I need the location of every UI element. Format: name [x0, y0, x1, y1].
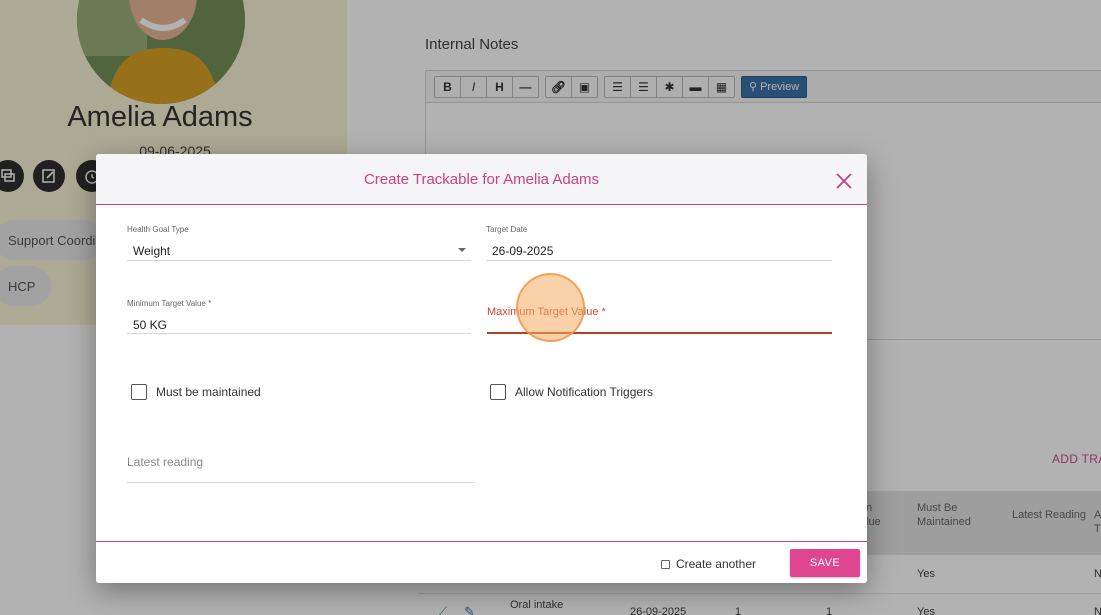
must-be-maintained-checkbox[interactable]: Must be maintained: [131, 384, 261, 400]
close-icon: [836, 173, 852, 189]
field-underline: [127, 260, 471, 261]
field-value: 50 KG: [133, 318, 168, 332]
checkbox-label: Allow Notification Triggers: [515, 385, 654, 399]
create-another-checkbox[interactable]: Create another: [660, 557, 756, 571]
checkbox-label: Create another: [675, 557, 756, 571]
target-date-field[interactable]: Target Date 26-09-2025: [486, 225, 832, 261]
caret-down-icon: [458, 248, 466, 252]
field-underline: [487, 332, 832, 334]
field-label: Target Date: [486, 225, 528, 234]
field-label: Minimum Target Value *: [127, 299, 212, 308]
close-button[interactable]: [835, 172, 853, 190]
checkbox-box[interactable]: [490, 384, 506, 400]
checkbox-box[interactable]: [131, 384, 147, 400]
checkbox-box[interactable]: [660, 559, 670, 569]
notification-triggers-checkbox[interactable]: Allow Notification Triggers: [490, 384, 653, 400]
latest-reading-input[interactable]: Latest reading: [127, 455, 475, 483]
create-trackable-modal: Create Trackable for Amelia Adams Health…: [96, 154, 867, 583]
max-target-input[interactable]: Maximum Target Value *: [487, 306, 832, 334]
field-underline: [127, 333, 471, 334]
modal-header: Create Trackable for Amelia Adams: [96, 154, 867, 205]
field-label: Maximum Target Value *: [487, 306, 606, 318]
field-placeholder: Latest reading: [127, 455, 204, 469]
field-label: Health Goal Type: [127, 225, 189, 234]
modal-title: Create Trackable for Amelia Adams: [363, 170, 600, 188]
health-goal-type-select[interactable]: Health Goal Type Weight: [127, 225, 471, 261]
field-value: 26-09-2025: [492, 244, 554, 258]
modal-footer: Create another SAVE: [96, 541, 867, 583]
checkbox-label: Must be maintained: [156, 385, 261, 399]
field-underline: [127, 482, 475, 483]
field-value: Weight: [133, 244, 171, 258]
min-target-input[interactable]: Minimum Target Value * 50 KG: [127, 299, 471, 335]
field-underline: [486, 260, 832, 261]
save-button[interactable]: SAVE: [790, 549, 860, 577]
